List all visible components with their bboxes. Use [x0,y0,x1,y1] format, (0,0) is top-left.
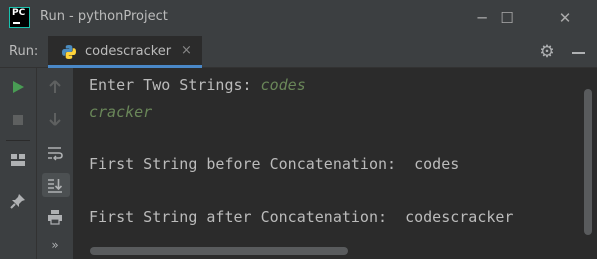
arrow-down-icon[interactable] [37,111,73,130]
window-title: Run - pythonProject [40,9,168,24]
more-icon[interactable]: » [37,238,73,252]
python-icon [62,45,76,59]
run-toolbar-right: » [37,68,74,259]
pycharm-logo-icon: PC [9,7,30,28]
console-line-prompt: Enter Two Strings: codes [89,76,306,94]
print-icon[interactable] [37,209,73,229]
horizontal-scrollbar[interactable] [90,247,348,255]
hide-panel-icon[interactable] [566,36,590,68]
tab-label: codescracker [85,44,172,59]
arrow-up-icon[interactable] [37,79,73,98]
console-output[interactable]: Enter Two Strings: codes cracker First S… [74,68,597,259]
run-label: Run: [9,44,39,59]
tab-codescracker[interactable]: codescracker × [48,36,202,68]
user-input-1: codes [260,76,306,94]
close-button[interactable]: ✕ [545,0,585,36]
console-line-after: First String after Concatenation: codesc… [89,208,514,226]
stop-icon[interactable] [0,111,36,130]
app-icon-text: PC [12,8,26,18]
title-bar: PC Run - pythonProject ─ ☐ ✕ [0,0,597,36]
soft-wrap-icon[interactable] [37,145,73,165]
rerun-icon[interactable] [0,79,36,98]
prompt-text: Enter Two Strings: [89,76,261,94]
console-line-before: First String before Concatenation: codes [89,155,460,173]
tab-close-icon[interactable]: × [181,43,192,58]
scroll-to-end-icon[interactable] [37,177,73,197]
run-toolbar-left [0,68,37,259]
run-panel-header: Run: codescracker × ⚙ [0,36,597,68]
user-input-2: cracker [89,103,153,121]
gear-icon[interactable]: ⚙ [536,36,558,68]
vertical-scrollbar[interactable] [584,89,592,235]
layout-icon[interactable] [0,152,36,171]
pin-icon[interactable] [0,193,36,213]
maximize-button[interactable]: ☐ [487,0,527,36]
